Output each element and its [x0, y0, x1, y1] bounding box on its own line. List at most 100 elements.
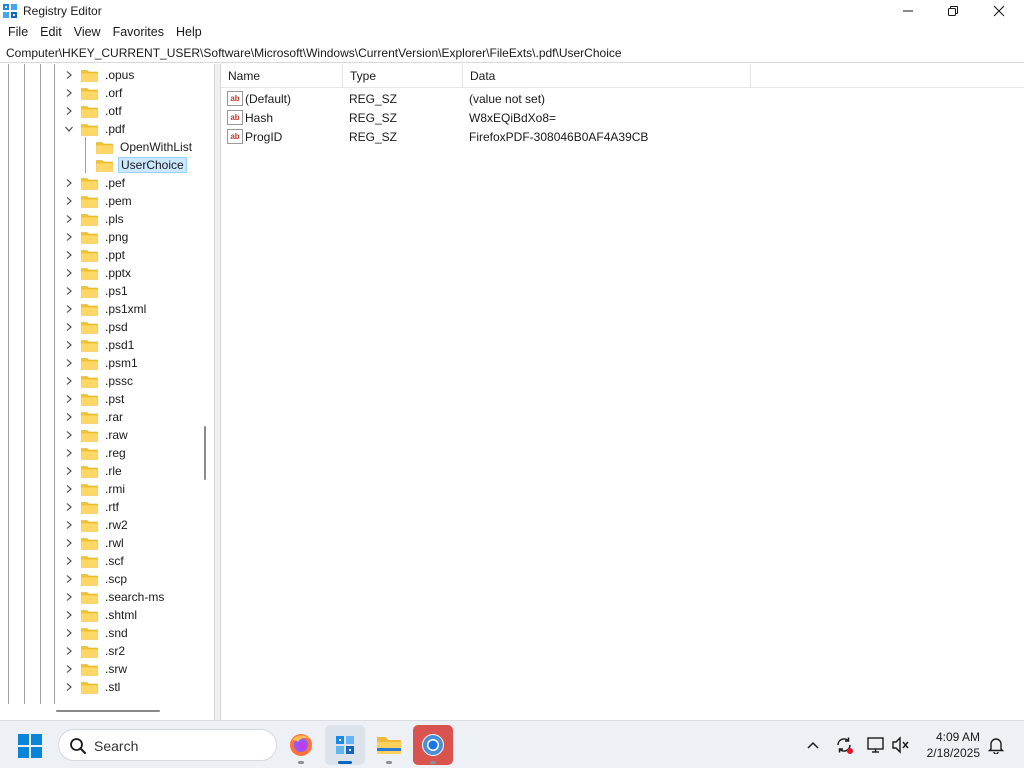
tree-item[interactable]: .opus [64, 66, 136, 84]
menu-view[interactable]: View [68, 22, 107, 43]
expand-toggle[interactable] [64, 412, 74, 422]
system-clock[interactable]: 4:09 AM 2/18/2025 [918, 729, 980, 761]
tree-vertical-scrollbar[interactable] [200, 64, 214, 704]
expand-toggle[interactable] [64, 610, 74, 620]
tray-volume[interactable] [891, 735, 911, 755]
menu-favorites[interactable]: Favorites [107, 22, 170, 43]
expand-toggle[interactable] [64, 340, 74, 350]
tree-item[interactable]: .rar [64, 408, 125, 426]
column-header-type[interactable]: Type [343, 64, 463, 88]
tray-sync[interactable] [834, 735, 854, 755]
expand-toggle[interactable] [64, 664, 74, 674]
expand-toggle[interactable] [64, 376, 74, 386]
expand-toggle[interactable] [64, 448, 74, 458]
expand-toggle[interactable] [64, 628, 74, 638]
expand-toggle[interactable] [64, 430, 74, 440]
tree-item[interactable]: .rle [64, 462, 124, 480]
tree-item[interactable]: .ps1xml [64, 300, 148, 318]
start-button[interactable] [17, 733, 43, 759]
expand-toggle[interactable] [64, 304, 74, 314]
expand-toggle[interactable] [64, 178, 74, 188]
tree-item[interactable]: .stl [64, 678, 122, 696]
expand-toggle[interactable] [64, 484, 74, 494]
tree-item[interactable]: .pdf [64, 120, 127, 138]
expand-toggle[interactable] [64, 520, 74, 530]
tree-item[interactable]: .pssc [64, 372, 135, 390]
expand-toggle[interactable] [64, 466, 74, 476]
expand-toggle[interactable] [64, 214, 74, 224]
tree-item[interactable]: .ppt [64, 246, 127, 264]
tree-item[interactable]: .pptx [64, 264, 133, 282]
expand-toggle[interactable] [64, 322, 74, 332]
expand-toggle[interactable] [64, 106, 74, 116]
menu-edit[interactable]: Edit [34, 22, 68, 43]
expand-toggle[interactable] [64, 592, 74, 602]
show-hidden-icons-button[interactable] [803, 735, 823, 755]
expand-toggle[interactable] [64, 196, 74, 206]
menu-file[interactable]: File [0, 22, 34, 43]
tree-item[interactable]: .pst [64, 390, 126, 408]
tree-item[interactable]: .psd1 [64, 336, 136, 354]
tree-item[interactable]: .sr2 [64, 642, 127, 660]
tree-item[interactable]: .psm1 [64, 354, 140, 372]
tree-item[interactable]: .srw [64, 660, 129, 678]
tree-item[interactable]: .rmi [64, 480, 127, 498]
minimize-button[interactable] [885, 0, 931, 22]
tree-item[interactable]: .psd [64, 318, 130, 336]
expand-toggle[interactable] [64, 502, 74, 512]
expand-toggle[interactable] [64, 88, 74, 98]
expand-toggle[interactable] [64, 70, 74, 80]
expand-toggle[interactable] [64, 574, 74, 584]
taskbar-search-box[interactable]: Search [58, 729, 277, 761]
tree-item[interactable]: .search-ms [64, 588, 166, 606]
tree-item[interactable]: .orf [64, 84, 124, 102]
expand-toggle[interactable] [64, 268, 74, 278]
tree-item[interactable]: .scf [64, 552, 126, 570]
expand-toggle[interactable] [64, 250, 74, 260]
expand-toggle[interactable] [64, 394, 74, 404]
column-header-name[interactable]: Name [221, 64, 343, 88]
expand-toggle[interactable] [64, 646, 74, 656]
tree-horizontal-scrollbar[interactable] [0, 704, 200, 720]
expand-toggle[interactable] [64, 286, 74, 296]
tray-network[interactable] [866, 735, 886, 755]
address-bar[interactable]: Computer\HKEY_CURRENT_USER\Software\Micr… [0, 44, 1024, 63]
tree-item-selected[interactable]: UserChoice [96, 156, 187, 174]
tree-item[interactable]: .shtml [64, 606, 139, 624]
menu-help[interactable]: Help [170, 22, 208, 43]
expand-toggle[interactable] [64, 538, 74, 548]
tree-item[interactable]: OpenWithList [96, 138, 194, 156]
tree-item[interactable]: .ps1 [64, 282, 130, 300]
value-row[interactable]: ab Hash REG_SZ W8xEQiBdXo8= [221, 109, 1024, 128]
tree-item[interactable]: .pls [64, 210, 126, 228]
tree-item[interactable]: .snd [64, 624, 130, 642]
expand-toggle[interactable] [64, 556, 74, 566]
tree-item[interactable]: .scp [64, 570, 129, 588]
expand-toggle[interactable] [64, 682, 74, 692]
tree-item[interactable]: .rtf [64, 498, 121, 516]
tree-item[interactable]: .reg [64, 444, 128, 462]
taskbar-firefox[interactable] [281, 725, 321, 765]
expand-toggle[interactable] [64, 358, 74, 368]
tree-vertical-scroll-thumb[interactable] [204, 426, 206, 480]
tree-item[interactable]: .rw2 [64, 516, 130, 534]
notifications-button[interactable] [986, 735, 1006, 755]
close-button[interactable] [976, 0, 1022, 22]
value-row[interactable]: ab (Default) REG_SZ (value not set) [221, 90, 1024, 109]
tree-item[interactable]: .pef [64, 174, 127, 192]
tree-item[interactable]: .pem [64, 192, 134, 210]
address-path[interactable]: Computer\HKEY_CURRENT_USER\Software\Micr… [6, 46, 622, 60]
taskbar-registry-editor[interactable] [325, 725, 365, 765]
expand-toggle[interactable] [64, 232, 74, 242]
tree-item[interactable]: .png [64, 228, 130, 246]
column-header-data[interactable]: Data [463, 64, 751, 88]
restore-button[interactable] [930, 0, 976, 22]
tree-item[interactable]: .rwl [64, 534, 126, 552]
collapse-toggle[interactable] [64, 124, 74, 134]
tree-horizontal-scroll-thumb[interactable] [56, 710, 160, 712]
taskbar-chrome[interactable] [413, 725, 453, 765]
tree-item[interactable]: .raw [64, 426, 130, 444]
value-row[interactable]: ab ProgID REG_SZ FirefoxPDF-308046B0AF4A39C… [221, 128, 1024, 147]
taskbar-file-explorer[interactable] [369, 725, 409, 765]
tree-item[interactable]: .otf [64, 102, 124, 120]
